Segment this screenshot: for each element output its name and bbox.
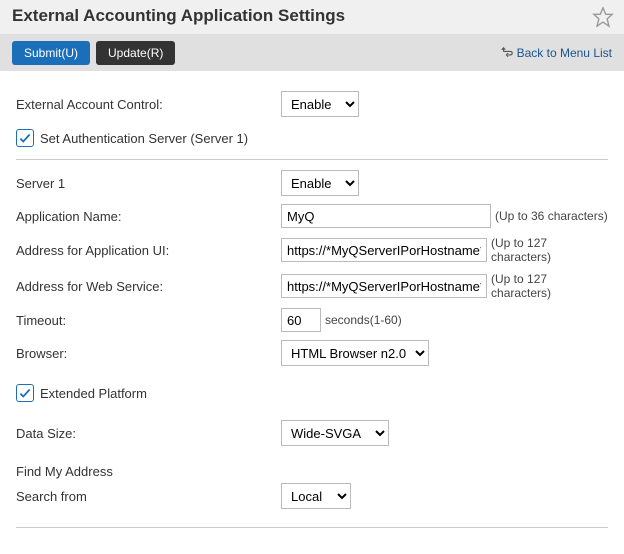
data-size-select[interactable]: Wide-SVGA bbox=[281, 420, 389, 446]
addr-ws-label: Address for Web Service: bbox=[16, 279, 281, 294]
search-from-label: Search from bbox=[16, 489, 281, 504]
app-name-input[interactable] bbox=[281, 204, 491, 228]
addr-ui-input[interactable] bbox=[281, 238, 487, 262]
browser-label: Browser: bbox=[16, 346, 281, 361]
app-name-label: Application Name: bbox=[16, 209, 281, 224]
app-name-hint: (Up to 36 characters) bbox=[495, 209, 608, 223]
back-to-menu-link[interactable]: Back to Menu List bbox=[500, 45, 612, 62]
update-button[interactable]: Update(R) bbox=[96, 41, 175, 65]
server1-enable-select[interactable]: Enable bbox=[281, 170, 359, 196]
browser-select[interactable]: HTML Browser n2.0 bbox=[281, 340, 429, 366]
divider bbox=[16, 159, 608, 160]
external-account-control-select[interactable]: Enable bbox=[281, 91, 359, 117]
extended-platform-label: Extended Platform bbox=[40, 386, 147, 401]
addr-ws-hint: (Up to 127 characters) bbox=[491, 272, 608, 300]
external-account-control-label: External Account Control: bbox=[16, 97, 281, 112]
timeout-input[interactable] bbox=[281, 308, 321, 332]
search-from-select[interactable]: Local bbox=[281, 483, 351, 509]
find-my-address-label: Find My Address bbox=[16, 464, 281, 479]
data-size-label: Data Size: bbox=[16, 426, 281, 441]
extended-platform-checkbox[interactable] bbox=[16, 384, 34, 402]
set-auth-server-label: Set Authentication Server (Server 1) bbox=[40, 131, 248, 146]
addr-ui-label: Address for Application UI: bbox=[16, 243, 281, 258]
timeout-hint: seconds(1-60) bbox=[325, 313, 402, 327]
back-arrow-icon bbox=[500, 45, 514, 62]
submit-button[interactable]: Submit(U) bbox=[12, 41, 90, 65]
favorite-star-icon[interactable] bbox=[592, 6, 614, 28]
page-title: External Accounting Application Settings bbox=[12, 6, 612, 26]
set-auth-server-checkbox[interactable] bbox=[16, 129, 34, 147]
addr-ui-hint: (Up to 127 characters) bbox=[491, 236, 608, 264]
timeout-label: Timeout: bbox=[16, 313, 281, 328]
addr-ws-input[interactable] bbox=[281, 274, 487, 298]
divider bbox=[16, 527, 608, 528]
back-to-menu-label: Back to Menu List bbox=[517, 46, 612, 60]
server1-label: Server 1 bbox=[16, 176, 281, 191]
